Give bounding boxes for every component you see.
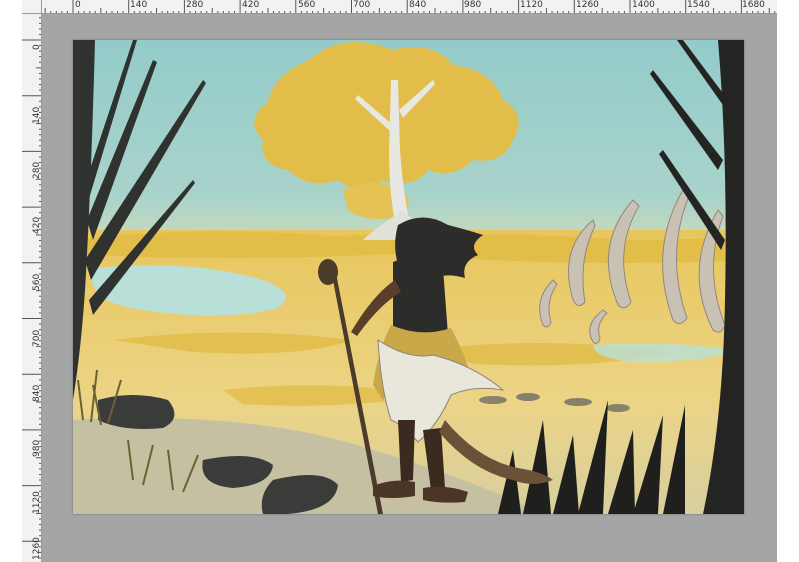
left-margin [0,0,22,562]
h-ruler-label: 0 [75,0,81,10]
h-ruler-label: 840 [409,0,427,10]
v-ruler-label: 840 [32,384,42,402]
horizontal-ruler[interactable]: 0 140 280 420 560 700 840 980 1120 1260 … [42,0,777,14]
h-ruler-label: 700 [353,0,371,10]
v-ruler-label: 700 [32,329,42,347]
h-ruler-label: 1680 [742,0,765,10]
vertical-ruler[interactable]: 0 140 280 420 560 700 840 980 1120 1260 [22,14,42,562]
v-ruler-label: 560 [32,273,42,291]
v-ruler-label: 0 [32,44,42,50]
canvas-workspace[interactable] [42,14,777,562]
right-margin [777,0,799,562]
v-ruler-label: 980 [32,439,42,457]
v-ruler-label: 1120 [32,491,42,514]
h-ruler-label: 980 [464,0,482,10]
v-ruler-label: 280 [32,161,42,179]
h-ruler-label: 140 [130,0,148,10]
painting-artwork [73,40,744,514]
h-ruler-label: 1540 [687,0,710,10]
h-ruler-label: 420 [242,0,260,10]
ruler-corner[interactable] [22,0,42,14]
h-ruler-label: 280 [186,0,204,10]
v-ruler-label: 140 [32,106,42,124]
h-ruler-label: 1400 [632,0,655,10]
v-ruler-label: 420 [32,216,42,234]
h-ruler-label: 560 [298,0,316,10]
h-ruler-label: 1260 [576,0,599,10]
h-ruler-label: 1120 [520,0,543,10]
document-canvas[interactable] [73,40,744,514]
v-ruler-label: 1260 [32,537,42,560]
